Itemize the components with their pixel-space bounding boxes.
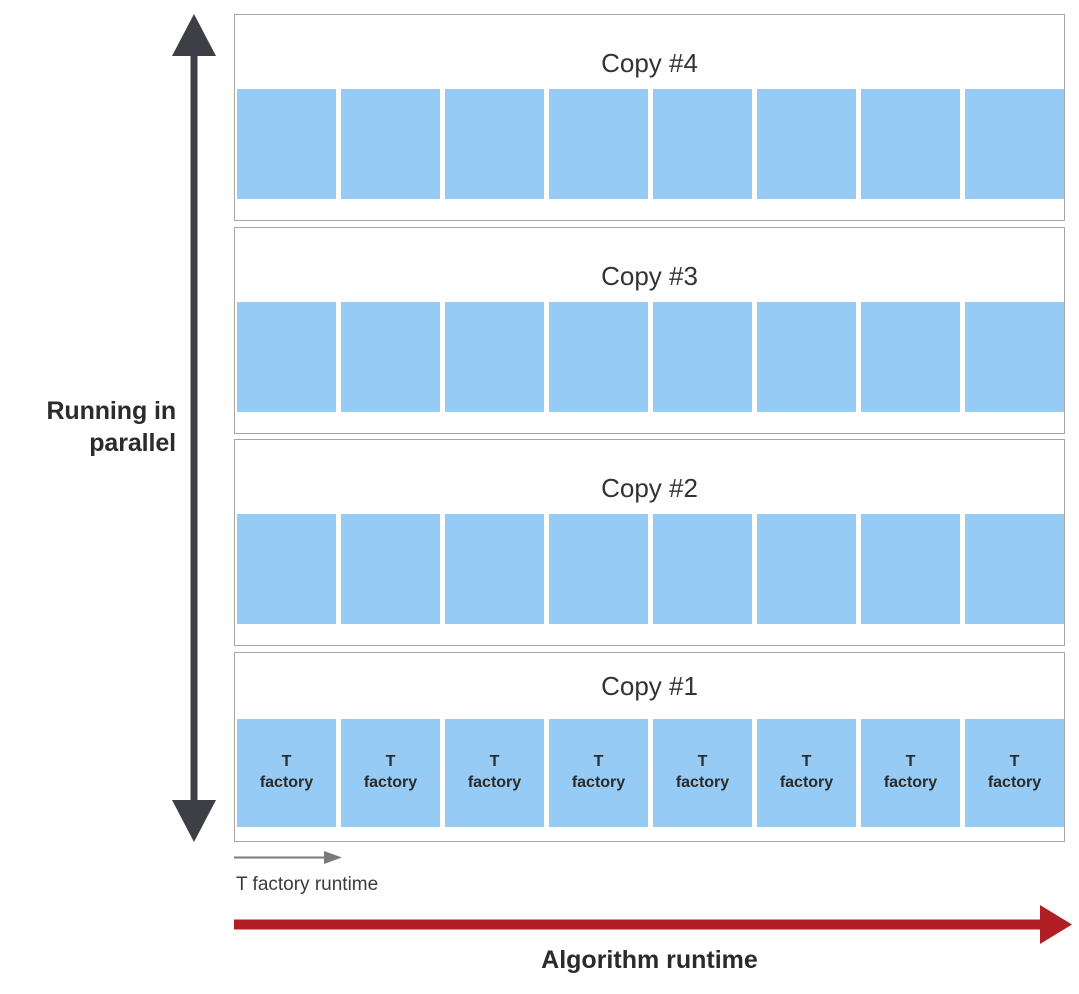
arrow-right-large-icon bbox=[234, 905, 1072, 944]
t-factory-box[interactable]: T factory bbox=[549, 89, 648, 199]
t-factory-box[interactable]: T factory bbox=[341, 302, 440, 412]
t-factory-line2: factory bbox=[363, 774, 418, 791]
t-factory-line1: T bbox=[801, 753, 812, 771]
t-factory-box[interactable]: T factory bbox=[757, 719, 856, 827]
copy-container-2: Copy #2 T factory T factory T factory T … bbox=[234, 439, 1065, 646]
arrow-right-small-icon bbox=[234, 851, 342, 864]
t-factory-strip-2: T factory T factory T factory T factory … bbox=[237, 514, 1068, 624]
t-factory-box[interactable]: T factory bbox=[757, 89, 856, 199]
copy-container-3: Copy #3 T factory T factory T factory T … bbox=[234, 227, 1065, 434]
running-in-parallel-label: Running in parallel bbox=[0, 395, 176, 459]
t-factory-line1: T bbox=[1009, 753, 1020, 771]
t-factory-box[interactable]: T factory bbox=[965, 719, 1064, 827]
parallel-label-line2: parallel bbox=[89, 429, 176, 457]
t-factory-line2: factory bbox=[467, 774, 522, 791]
algorithm-runtime-label: Algorithm runtime bbox=[541, 946, 758, 974]
t-factory-box[interactable]: T factory bbox=[653, 302, 752, 412]
t-factory-box[interactable]: T factory bbox=[237, 89, 336, 199]
t-factory-box[interactable]: T factory bbox=[653, 89, 752, 199]
t-factory-box[interactable]: T factory bbox=[237, 719, 336, 827]
t-factory-box[interactable]: T factory bbox=[341, 514, 440, 624]
t-factory-box[interactable]: T factory bbox=[965, 89, 1064, 199]
t-factory-line2: factory bbox=[883, 774, 938, 791]
t-factory-line2: factory bbox=[571, 774, 626, 791]
t-factory-box[interactable]: T factory bbox=[445, 719, 544, 827]
t-factory-strip-1: T factory T factory T factory T factory … bbox=[237, 719, 1068, 827]
t-factory-line1: T bbox=[281, 753, 292, 771]
t-factory-line2: factory bbox=[675, 774, 730, 791]
t-factory-box[interactable]: T factory bbox=[861, 89, 960, 199]
t-factory-box[interactable]: T factory bbox=[445, 89, 544, 199]
parallel-label-line1: Running in bbox=[46, 397, 176, 425]
t-factory-box[interactable]: T factory bbox=[445, 514, 544, 624]
copy-title-4: Copy #4 bbox=[601, 48, 698, 78]
t-factory-runtime-label: T factory runtime bbox=[236, 874, 379, 895]
copy-title-1: Copy #1 bbox=[601, 671, 698, 701]
t-factory-box[interactable]: T factory bbox=[445, 302, 544, 412]
t-factory-line2: factory bbox=[779, 774, 834, 791]
t-factory-box[interactable]: T factory bbox=[965, 514, 1064, 624]
t-factory-box[interactable]: T factory bbox=[549, 514, 648, 624]
copy-container-1: Copy #1 T factory T factory T factory T … bbox=[234, 652, 1065, 842]
t-factory-box[interactable]: T factory bbox=[237, 302, 336, 412]
t-factory-box[interactable]: T factory bbox=[341, 89, 440, 199]
t-factory-runtime-arrow bbox=[234, 850, 342, 866]
copy-title-3: Copy #3 bbox=[601, 261, 698, 291]
t-factory-line1: T bbox=[385, 753, 396, 771]
t-factory-box[interactable]: T factory bbox=[861, 719, 960, 827]
t-factory-box[interactable]: T factory bbox=[341, 719, 440, 827]
t-factory-box[interactable]: T factory bbox=[549, 302, 648, 412]
t-factory-line1: T bbox=[697, 753, 708, 771]
t-factory-strip-4: T factory T factory T factory T factory … bbox=[237, 89, 1068, 199]
t-factory-line2: factory bbox=[987, 774, 1042, 791]
copy-container-4: Copy #4 T factory T factory T factory T … bbox=[234, 14, 1065, 221]
t-factory-box[interactable]: T factory bbox=[757, 302, 856, 412]
t-factory-box[interactable]: T factory bbox=[757, 514, 856, 624]
copy-title-2: Copy #2 bbox=[601, 473, 698, 503]
t-factory-line1: T bbox=[905, 753, 916, 771]
t-factory-box[interactable]: T factory bbox=[861, 514, 960, 624]
t-factory-box[interactable]: T factory bbox=[653, 719, 752, 827]
algorithm-runtime-arrow bbox=[234, 905, 1072, 945]
t-factory-box[interactable]: T factory bbox=[861, 302, 960, 412]
t-factory-line1: T bbox=[593, 753, 604, 771]
t-factory-line1: T bbox=[489, 753, 500, 771]
t-factory-box[interactable]: T factory bbox=[549, 719, 648, 827]
t-factory-box[interactable]: T factory bbox=[237, 514, 336, 624]
t-factory-line2: factory bbox=[259, 774, 314, 791]
t-factory-box[interactable]: T factory bbox=[653, 514, 752, 624]
t-factory-strip-3: T factory T factory T factory T factory … bbox=[237, 302, 1068, 412]
t-factory-box[interactable]: T factory bbox=[965, 302, 1064, 412]
